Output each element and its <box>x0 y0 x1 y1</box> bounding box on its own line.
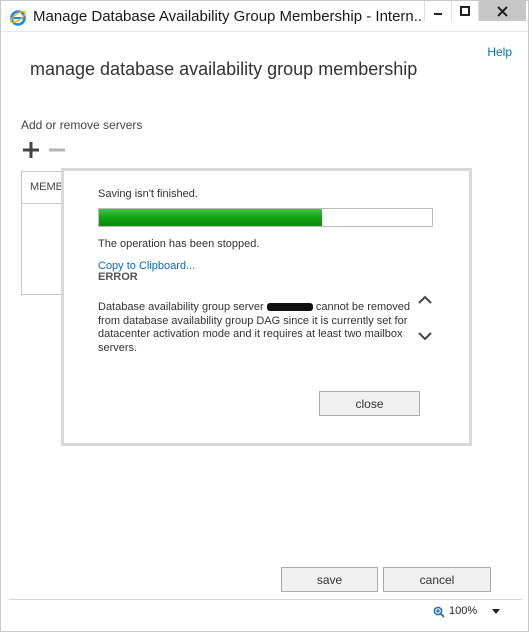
close-window-button[interactable] <box>478 1 526 21</box>
page-title: manage database availability group membe… <box>30 59 418 79</box>
close-button[interactable]: close <box>319 391 420 416</box>
zoom-dropdown-icon[interactable] <box>492 609 500 614</box>
window-title: Manage Database Availability Group Membe… <box>33 8 423 25</box>
error-message: Database availability group server canno… <box>98 301 416 355</box>
title-bar: Manage Database Availability Group Membe… <box>1 1 528 32</box>
saving-status-text: Saving isn't finished. <box>98 188 198 200</box>
remove-server-icon[interactable] <box>49 142 65 158</box>
close-icon <box>497 5 508 17</box>
add-server-icon[interactable] <box>23 142 39 158</box>
zoom-icon[interactable] <box>433 606 445 618</box>
error-prefix: Database availability group server <box>98 301 264 313</box>
cancel-button[interactable]: cancel <box>383 567 491 592</box>
operation-stopped-text: The operation has been stopped. <box>98 238 260 250</box>
zoom-level[interactable]: 100% <box>449 605 477 617</box>
internet-explorer-icon <box>10 10 26 26</box>
section-label: Add or remove servers <box>21 118 143 132</box>
error-heading: ERROR <box>98 271 138 283</box>
status-bar: 100% <box>9 599 522 623</box>
save-button[interactable]: save <box>281 567 378 592</box>
maximize-icon <box>460 6 470 16</box>
minimize-button[interactable] <box>424 1 451 21</box>
chevron-up-icon[interactable] <box>418 295 432 305</box>
redacted-server-name <box>266 303 313 312</box>
copy-to-clipboard-link[interactable]: Copy to Clipboard... <box>98 260 195 272</box>
chevron-down-icon[interactable] <box>418 331 432 341</box>
help-link[interactable]: Help <box>487 45 512 59</box>
progress-bar <box>98 208 433 227</box>
maximize-button[interactable] <box>451 1 478 21</box>
progress-fill <box>99 209 323 226</box>
saving-dialog: Saving isn't finished. The operation has… <box>61 168 472 446</box>
browser-window: Manage Database Availability Group Membe… <box>0 0 529 632</box>
minimize-icon <box>434 13 442 15</box>
error-area: ERROR Database availability group server… <box>98 271 418 362</box>
